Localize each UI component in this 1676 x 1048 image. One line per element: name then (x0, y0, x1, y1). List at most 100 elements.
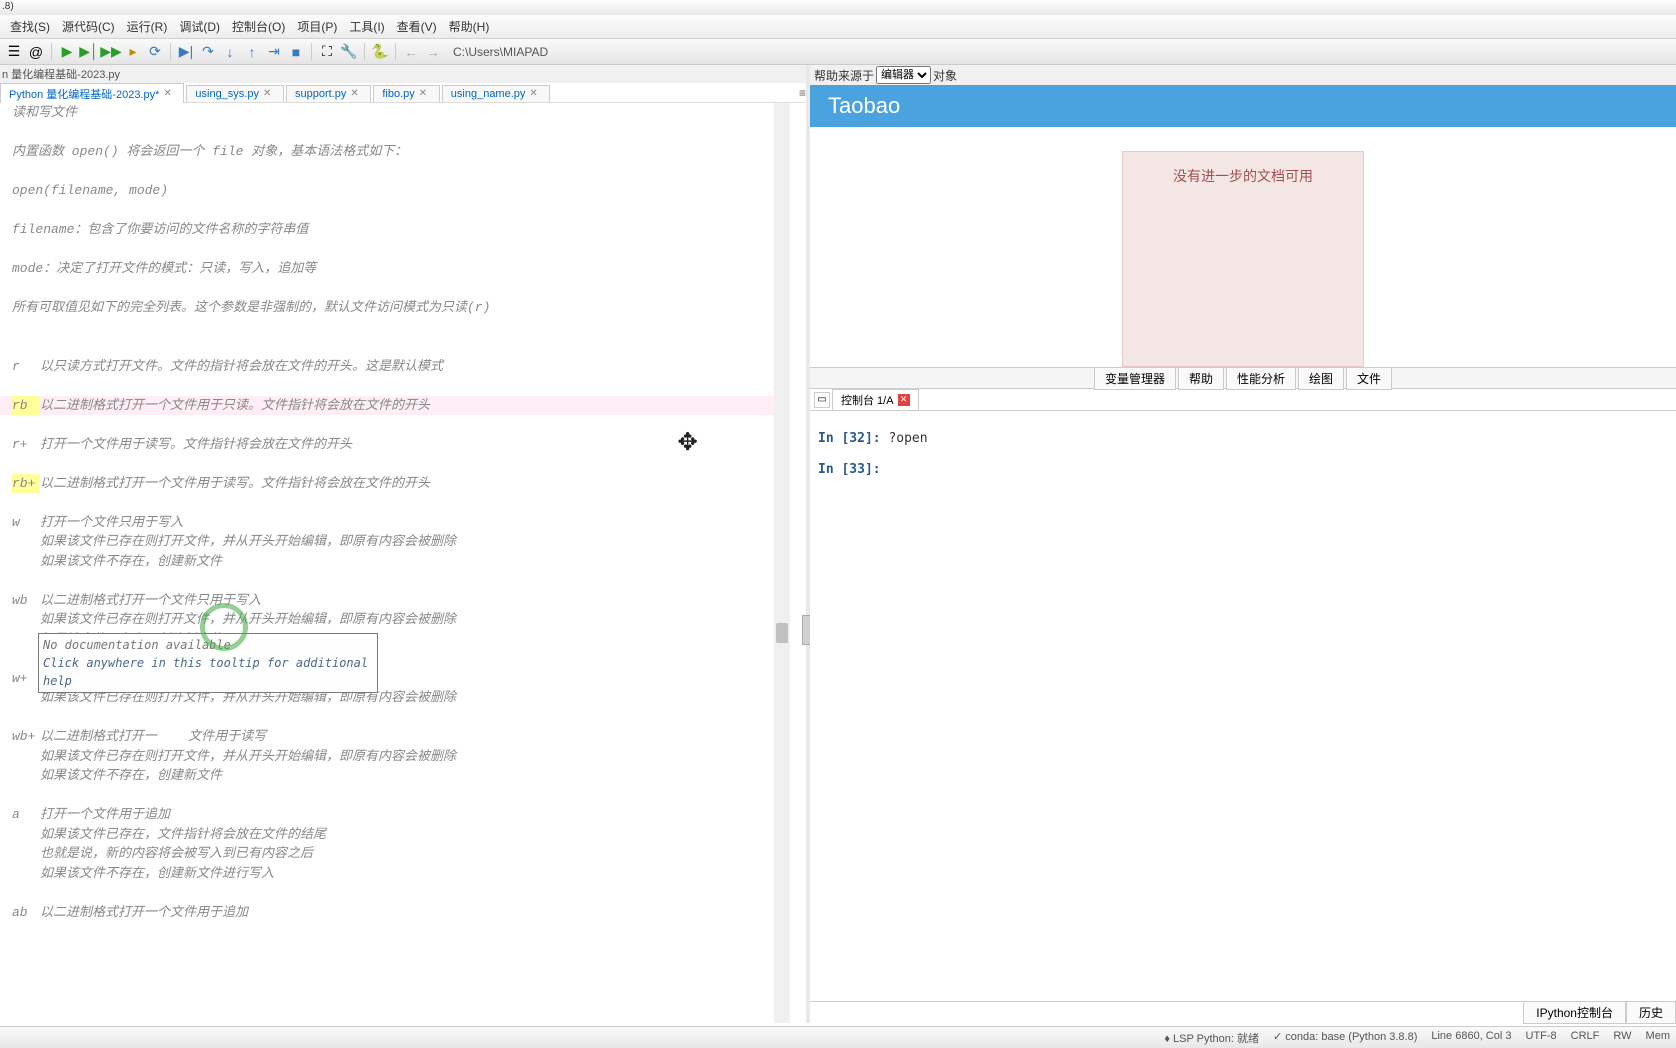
menu-search[interactable]: 查找(S) (4, 15, 56, 38)
status-eol[interactable]: CRLF (1571, 1030, 1600, 1046)
tab-profiler[interactable]: 性能分析 (1226, 367, 1296, 390)
code-line: 也就是说，新的内容将会被写入到已有内容之后 (0, 844, 790, 864)
tab-support[interactable]: support.py ✕ (286, 85, 371, 102)
right-panel: 帮助来源于 编辑器 对象 Taobao 没有进一步的文档可用 变量管理器 帮助 … (810, 65, 1676, 1023)
close-icon[interactable]: ✕ (898, 394, 910, 406)
outline-icon[interactable]: ☰ (4, 42, 24, 62)
editor-scrollbar[interactable] (774, 103, 790, 1023)
tab-files[interactable]: 文件 (1346, 367, 1392, 390)
restart-icon[interactable]: ⟳ (145, 42, 165, 62)
separator (364, 43, 365, 61)
console-menu-icon[interactable]: ▭ (814, 392, 830, 408)
tab-ipython[interactable]: IPython控制台 (1523, 1001, 1626, 1024)
tab-help[interactable]: 帮助 (1178, 367, 1224, 390)
menu-tools[interactable]: 工具(I) (343, 15, 390, 38)
code-line: 内置函数 open() 将会返回一个 file 对象，基本语法格式如下： (0, 142, 790, 162)
code-line: 读和写文件 (0, 103, 790, 123)
doc-unavailable-msg: 没有进一步的文档可用 (1122, 151, 1364, 367)
code-line: a打开一个文件用于追加 (0, 805, 790, 825)
scrollbar-thumb[interactable] (776, 623, 788, 643)
code-line: wb以二进制格式打开一个文件只用于写入 (0, 591, 790, 611)
menu-source[interactable]: 源代码(C) (56, 15, 121, 38)
working-dir[interactable]: C:\Users\MIAPAD (453, 45, 548, 59)
doc-tooltip[interactable]: No documentation available Click anywher… (38, 633, 378, 693)
tab-using-name[interactable]: using_name.py ✕ (442, 85, 551, 102)
help-source-label: 帮助来源于 (814, 67, 874, 84)
help-source-select[interactable]: 编辑器 (876, 66, 931, 84)
doc-title: Taobao (810, 85, 1676, 127)
code-line: 如果该文件不存在，创建新文件 (0, 766, 790, 786)
close-icon[interactable]: ✕ (263, 88, 275, 100)
version-text: .8) (2, 1, 14, 12)
continue-icon[interactable]: ⇥ (264, 42, 284, 62)
separator (311, 43, 312, 61)
back-icon[interactable]: ← (401, 42, 421, 62)
code-line (0, 415, 790, 435)
code-line: ab以二进制格式打开一个文件用于追加 (0, 903, 790, 923)
tab-history[interactable]: 历史 (1626, 1001, 1676, 1024)
code-editor[interactable]: 读和写文件 内置函数 open() 将会返回一个 file 对象，基本语法格式如… (0, 103, 790, 1023)
console-line-33: In [33]: (818, 462, 1668, 477)
maximize-icon[interactable]: ⛶ (317, 42, 337, 62)
tab-fibo[interactable]: fibo.py ✕ (373, 85, 439, 102)
code-line (0, 376, 790, 396)
run-cell-advance-icon[interactable]: ▶▶ (101, 42, 121, 62)
close-icon[interactable]: ✕ (163, 88, 175, 100)
code-line: r+打开一个文件用于读写。文件指针将会放在文件的开头 (0, 435, 790, 455)
tooltip-line2: Click anywhere in this tooltip for addit… (43, 654, 373, 690)
help-source-bar: 帮助来源于 编辑器 对象 (810, 65, 1676, 85)
status-encoding[interactable]: UTF-8 (1526, 1030, 1557, 1046)
run-cell-icon[interactable]: ▶│ (79, 42, 99, 62)
step-out-icon[interactable]: ↑ (242, 42, 262, 62)
run-selection-icon[interactable]: ▸ (123, 42, 143, 62)
menu-view[interactable]: 查看(V) (391, 15, 443, 38)
tab-plots[interactable]: 绘图 (1298, 367, 1344, 390)
menu-run[interactable]: 运行(R) (121, 15, 174, 38)
code-line (0, 318, 790, 338)
code-line: open(filename, mode) (0, 181, 790, 201)
at-icon[interactable]: @ (26, 42, 46, 62)
tab-label: using_name.py (451, 88, 526, 100)
status-line-col: Line 6860, Col 3 (1431, 1030, 1511, 1046)
menu-project[interactable]: 项目(P) (291, 15, 343, 38)
code-line (0, 337, 790, 357)
tab-label: using_sys.py (195, 88, 259, 100)
tab-label: support.py (295, 88, 346, 100)
step-into-icon[interactable]: ↓ (220, 42, 240, 62)
step-over-icon[interactable]: ↷ (198, 42, 218, 62)
code-line (0, 279, 790, 299)
tab-menu-icon[interactable]: ≡ (799, 86, 806, 100)
code-line (0, 786, 790, 806)
tab-using-sys[interactable]: using_sys.py ✕ (186, 85, 284, 102)
forward-icon[interactable]: → (423, 42, 443, 62)
debug-step-icon[interactable]: ▶| (176, 42, 196, 62)
console-bottom-tabs: IPython控制台 历史 (810, 1001, 1676, 1023)
menu-console[interactable]: 控制台(O) (226, 15, 291, 38)
close-icon[interactable]: ✕ (350, 88, 362, 100)
code-line: 所有可取值见如下的完全列表。这个参数是非强制的，默认文件访问模式为只读(r) (0, 298, 790, 318)
close-icon[interactable]: ✕ (529, 88, 541, 100)
code-line: rb+以二进制格式打开一个文件用于读写。文件指针将会放在文件的开头 (0, 474, 790, 494)
status-conda[interactable]: ✓ conda: base (Python 3.8.8) (1273, 1030, 1417, 1046)
menu-debug[interactable]: 调试(D) (173, 15, 226, 38)
menu-help[interactable]: 帮助(H) (443, 15, 496, 38)
python-icon[interactable]: 🐍 (370, 42, 390, 62)
code-line: w打开一个文件只用于写入 (0, 513, 790, 533)
code-line: 如果该文件不存在，创建新文件 (0, 552, 790, 572)
tab-var-explorer[interactable]: 变量管理器 (1094, 367, 1176, 390)
right-pane-tabs: 变量管理器 帮助 性能分析 绘图 文件 (810, 367, 1676, 389)
code-line: r以只读方式打开文件。文件的指针将会放在文件的开头。这是默认模式 (0, 357, 790, 377)
status-lsp[interactable]: ♦ LSP Python: 就绪 (1164, 1030, 1259, 1046)
settings-icon[interactable]: 🔧 (339, 42, 359, 62)
run-icon[interactable]: ▶ (57, 42, 77, 62)
stop-icon[interactable]: ■ (286, 42, 306, 62)
separator (170, 43, 171, 61)
console-tab-1[interactable]: 控制台 1/A ✕ (832, 389, 919, 411)
code-line (0, 123, 790, 143)
console-line-32: In [32]: ?open (818, 431, 1668, 446)
ipython-console[interactable]: In [32]: ?open In [33]: (810, 411, 1676, 1001)
code-line: 如果该文件已存在则打开文件，并从开头开始编辑，即原有内容会被删除 (0, 747, 790, 767)
tab-main[interactable]: Python 量化编程基础-2023.py* ✕ (0, 83, 184, 104)
close-icon[interactable]: ✕ (419, 88, 431, 100)
help-object-label: 对象 (933, 67, 957, 84)
